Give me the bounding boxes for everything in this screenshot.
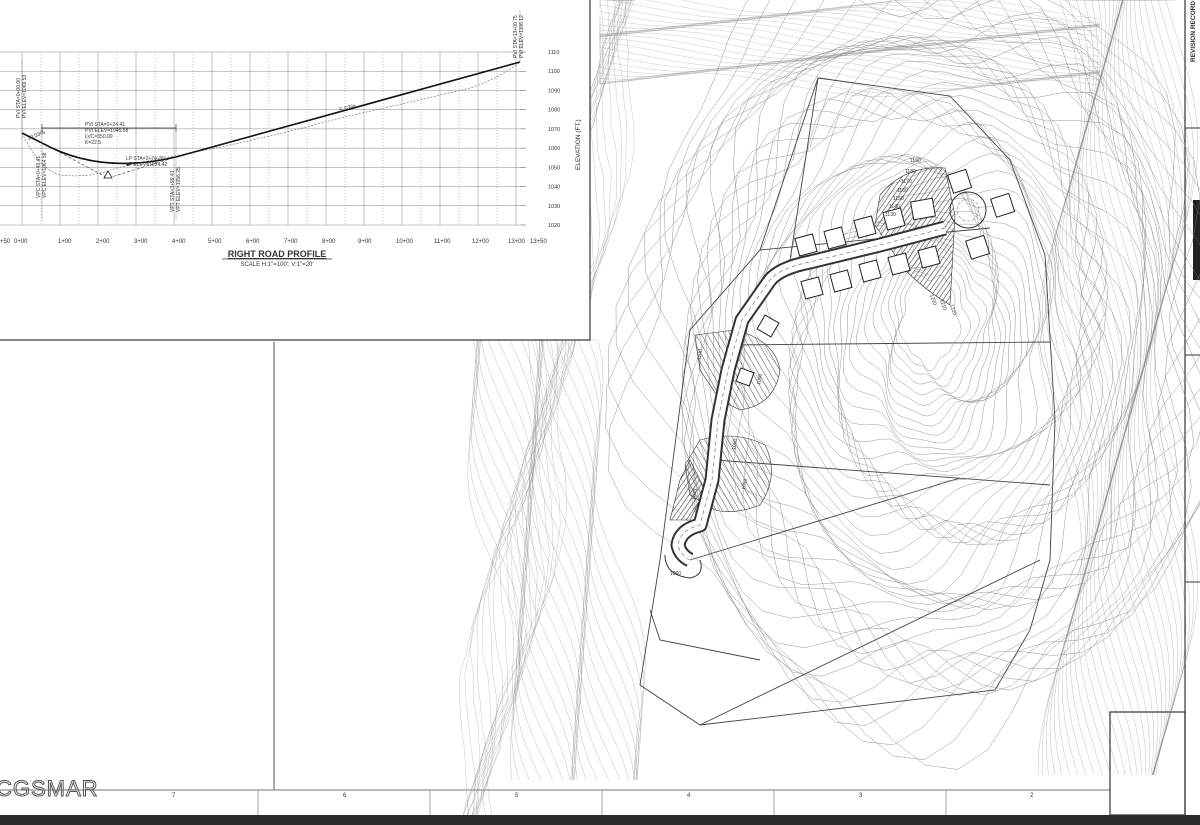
station-label: 6+00 — [246, 239, 260, 245]
station-label: 3+00 — [134, 239, 148, 245]
station-label: 7+00 — [284, 239, 298, 245]
station-label: 1+00 — [58, 239, 72, 245]
road-profile-panel: 1110 1100 1090 1080 1070 1060 1050 1040 1030 1020… — [0, 0, 591, 341]
elevation-label: 1110 — [548, 50, 559, 56]
contour-label: 1180 — [905, 169, 916, 175]
elevation-label: 1020 — [548, 223, 560, 229]
watermark-logo: CGSMAR — [0, 776, 99, 802]
elevation-label: 1030 — [548, 204, 560, 210]
elevation-axis-label: ELEVATION (FT.) — [575, 119, 582, 170]
profile-title: RIGHT ROAD PROFILE — [228, 249, 327, 259]
low-point-annotation: LP STA=2+74.76 LP ELEV=1054.42 — [126, 156, 167, 168]
station-label: +50 — [0, 239, 11, 245]
station-label: 2+00 — [96, 239, 110, 245]
vpt-annotation: VPT STA=3+99.41 VPT ELEV=1056.25 — [170, 167, 182, 212]
contour-label: 1140 — [889, 204, 900, 210]
station-label: 13+00 — [508, 239, 526, 245]
logo-mark — [1193, 200, 1200, 280]
svg-text:VPT ELEV=1056.25: VPT ELEV=1056.25 — [176, 167, 182, 212]
elevation-label: 1060 — [548, 146, 560, 152]
vpc-annotation: VPC STA=0+49.41 VPC ELEV=1064.58 — [36, 152, 48, 198]
station-label: 9+00 — [358, 239, 372, 245]
svg-text:LP ELEV=1054.42: LP ELEV=1054.42 — [126, 162, 167, 168]
station-label: 5+00 — [208, 239, 222, 245]
elevation-label: 1090 — [548, 88, 560, 94]
station-label: 0+00 — [14, 239, 28, 245]
elevation-label: 1040 — [548, 185, 560, 191]
svg-text:PVI ELEV=1106.12: PVI ELEV=1106.12 — [519, 15, 525, 58]
site-plan-drawing: 7 6 5 4 3 2 REVISION RECORD 1190 1180 11… — [0, 0, 1200, 825]
station-label: 12+00 — [472, 239, 490, 245]
revision-record-label: REVISION RECORD — [1190, 1, 1197, 62]
elevation-label: 1070 — [548, 127, 560, 133]
contour-label: 1190 — [910, 158, 921, 164]
station-label: 10+00 — [396, 239, 414, 245]
station-label: 11+00 — [434, 239, 451, 245]
station-label: 13+50 — [530, 239, 548, 245]
viewer-footer-bar — [0, 815, 1200, 825]
elevation-label: 1080 — [548, 108, 560, 114]
contour-label: 1160 — [897, 188, 908, 194]
svg-text:VPC ELEV=1064.58: VPC ELEV=1064.58 — [42, 152, 48, 198]
contour-label: 1150 — [893, 196, 904, 202]
elevation-label: 1050 — [548, 165, 560, 171]
station-label: 4+00 — [172, 239, 186, 245]
station-label: 8+00 — [322, 239, 336, 245]
contour-label: 1130 — [885, 212, 896, 218]
pvi-start-annotation: PVI STA=0+00.00 PVI ELEV=1069.53 — [16, 75, 28, 118]
elevation-label: 1100 — [548, 69, 560, 75]
contour-label: 1060 — [670, 571, 681, 577]
contour-label: 1170 — [901, 179, 912, 185]
profile-scale: SCALE H:1"=100'; V:1"=20' — [240, 262, 313, 268]
svg-text:PVI ELEV=1069.53: PVI ELEV=1069.53 — [22, 75, 28, 118]
pvi-end-annotation: PVI STA=13+00.75 PVI ELEV=1106.12 — [513, 15, 525, 58]
svg-text:K=22.5: K=22.5 — [85, 140, 101, 146]
